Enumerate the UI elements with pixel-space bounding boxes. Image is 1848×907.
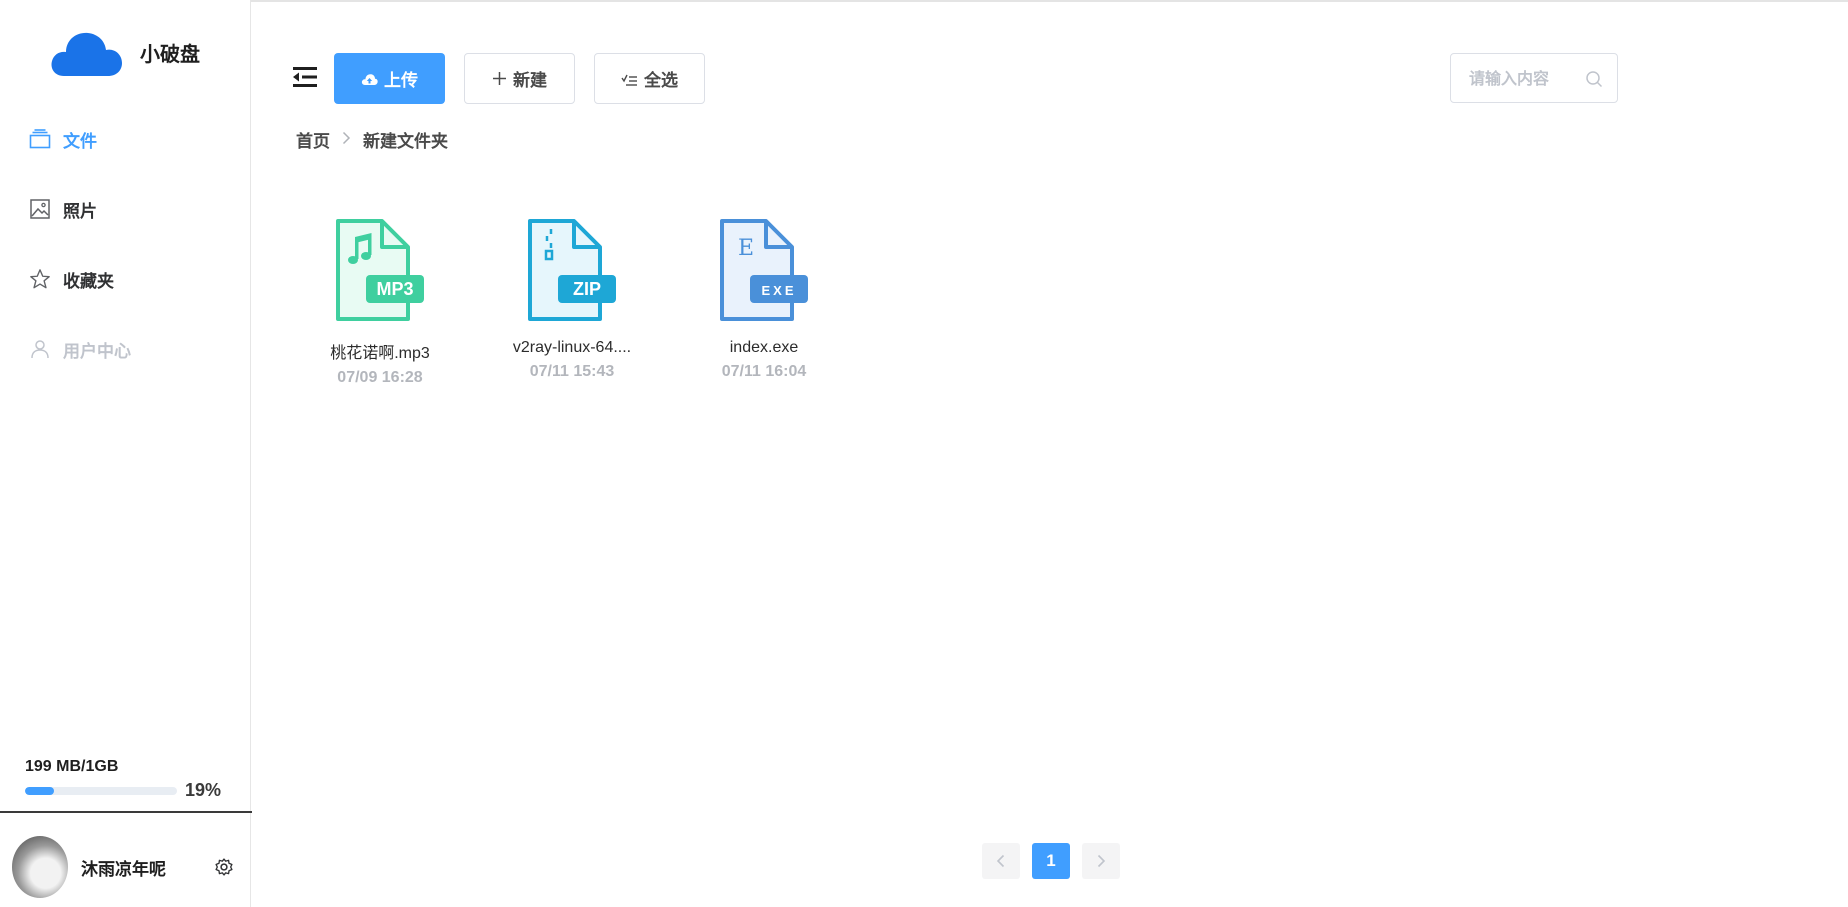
file-name: index.exe: [729, 339, 799, 356]
user-panel: 沐雨凉年呢: [12, 836, 242, 898]
sidebar-item-label: 文件: [63, 131, 97, 152]
sidebar-item-label: 照片: [63, 201, 97, 222]
folder-stack-icon: [29, 128, 51, 150]
mp3-file-icon: MP3: [336, 219, 424, 321]
sidebar-item-favorites[interactable]: 收藏夹: [0, 244, 250, 314]
file-type-badge: ZIP: [573, 279, 601, 299]
storage-text: 199 MB/1GB: [25, 758, 119, 775]
storage-percent: 19%: [185, 780, 222, 800]
search-box: [1450, 53, 1618, 103]
file-date: 07/11 16:04: [721, 363, 807, 380]
user-name: 沐雨凉年呢: [81, 859, 166, 880]
svg-text:E: E: [738, 236, 754, 261]
file-name: v2ray-linux-64....: [512, 339, 632, 356]
breadcrumb: 首页 新建文件夹: [296, 127, 448, 152]
file-item[interactable]: ZIP v2ray-linux-64.... 07/11 15:43: [502, 215, 642, 381]
menu-fold-icon[interactable]: [293, 66, 317, 88]
chevron-left-icon[interactable]: [982, 843, 1020, 879]
breadcrumb-current[interactable]: 新建文件夹: [363, 127, 448, 152]
cloud-upload-icon: [361, 72, 378, 86]
gear-icon[interactable]: [214, 857, 234, 877]
file-date: 07/09 16:28: [337, 369, 423, 386]
chevron-right-icon[interactable]: [1082, 843, 1120, 879]
file-item[interactable]: MP3 桃花诺啊.mp3 07/09 16:28: [310, 215, 450, 387]
star-icon: [29, 268, 51, 290]
file-type-badge: MP3: [376, 279, 413, 299]
image-icon: [29, 198, 51, 220]
avatar[interactable]: [12, 836, 68, 898]
app-name: 小破盘: [140, 41, 200, 66]
sidebar-item-label: 收藏夹: [63, 271, 114, 292]
breadcrumb-separator: [342, 130, 351, 149]
upload-label: 上传: [384, 71, 418, 91]
pagination: 1: [982, 843, 1132, 879]
page-number-button[interactable]: 1: [1032, 843, 1070, 879]
sidebar-item-user-center[interactable]: 用户中心: [0, 314, 250, 384]
file-date: 07/11 15:43: [529, 363, 615, 380]
file-name: 桃花诺啊.mp3: [330, 345, 430, 362]
search-input[interactable]: [1469, 68, 1589, 88]
checklist-icon: [621, 72, 638, 86]
storage-usage: 199 MB/1GB 19%: [25, 758, 225, 801]
sidebar-nav: 文件 照片 收藏夹 用户中心: [0, 104, 250, 384]
sidebar-item-label: 用户中心: [63, 341, 131, 362]
exe-file-icon: E EXE: [720, 219, 808, 321]
cloud-logo-icon: [51, 32, 122, 76]
new-button[interactable]: 新建: [464, 53, 575, 104]
file-item[interactable]: E EXE index.exe 07/11 16:04: [694, 215, 834, 381]
select-all-button[interactable]: 全选: [594, 53, 705, 104]
sidebar-item-photos[interactable]: 照片: [0, 174, 250, 244]
plus-icon: [492, 71, 507, 86]
storage-progress-fill: [25, 786, 54, 795]
top-border: [0, 0, 1848, 2]
sidebar-divider: [0, 811, 252, 813]
breadcrumb-home[interactable]: 首页: [296, 127, 330, 152]
search-icon[interactable]: [1585, 70, 1603, 88]
new-label: 新建: [513, 71, 547, 91]
sidebar: 小破盘 文件 照片 收藏夹 用户中心 199 MB/1GB 19%: [0, 0, 251, 907]
file-type-badge: EXE: [761, 283, 796, 298]
user-icon: [29, 338, 51, 360]
storage-progress-bar: [25, 786, 177, 795]
upload-button[interactable]: 上传: [334, 53, 445, 104]
zip-file-icon: ZIP: [528, 219, 616, 321]
sidebar-item-files[interactable]: 文件: [0, 104, 250, 174]
select-all-label: 全选: [644, 71, 678, 91]
brand[interactable]: 小破盘: [48, 26, 200, 78]
